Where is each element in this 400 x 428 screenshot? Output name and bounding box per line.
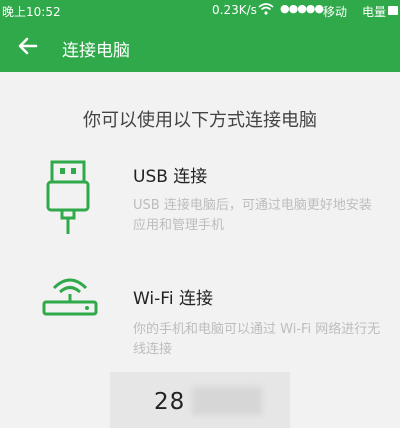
usb-connection-title[interactable]: USB 连接 [133,162,207,187]
status-battery-label: 电量 [362,5,387,19]
signal-strength: ●●●●● [280,2,324,15]
connection-code: 28 [154,389,186,415]
wifi-connection-description: 你的手机和电脑可以通过 Wi-Fi 网络进行无线连接 [133,322,381,357]
usb-connection-description: USB 连接电脑后，可通过电脑更好地安装应用和管理手机 [133,198,372,233]
connection-code-box: 28 [110,372,290,428]
section-heading: 你可以使用以下方式连接电脑 [83,110,317,131]
arrow-left-icon[interactable] [14,32,42,60]
app-bar: 连接电脑 [0,22,400,72]
page-title: 连接电脑 [62,41,130,61]
status-carrier: 移动 [323,5,348,19]
connection-code-mask [192,387,262,415]
usb-icon [46,160,90,234]
status-network-speed: 0.23K/s [212,3,257,17]
wifi-connection-title[interactable]: Wi-Fi 连接 [133,284,213,309]
status-bar: 晚上10:52 0.23K/s ●●●●● 移动 电量 [0,0,400,22]
status-time: 晚上10:52 [2,5,61,19]
wifi-status-icon [258,3,274,15]
battery-icon [388,6,398,15]
wifi-router-icon [42,278,98,316]
